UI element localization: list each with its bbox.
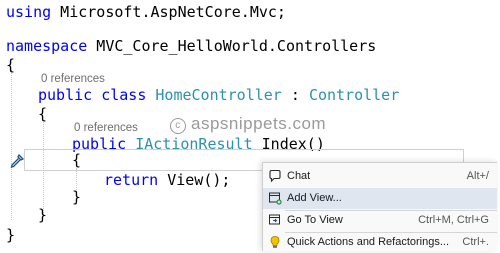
class-name: HomeController (155, 86, 282, 104)
code-line-brace[interactable]: { (38, 104, 47, 124)
code-line-brace[interactable]: } (6, 225, 15, 245)
watermark: c aspsnippets.com (170, 114, 326, 134)
code-line-using[interactable]: using Microsoft.AspNetCore.Mvc; (6, 2, 286, 22)
go-to-view-icon (268, 213, 282, 227)
menu-item-label: Quick Actions and Refactorings... (287, 236, 450, 248)
menu-item-add-view[interactable]: Add View... (263, 188, 497, 209)
menu-item-shortcut: Ctrl+. (462, 236, 489, 248)
keyword-namespace: namespace (6, 37, 88, 55)
keyword-public: public (38, 86, 93, 104)
open-brace: { (72, 151, 82, 169)
code-line-class[interactable]: public class HomeController : Controller (38, 85, 399, 105)
class-code-lens[interactable]: 0 references (41, 73, 105, 85)
close-brace: } (6, 226, 16, 244)
watermark-text: aspsnippets.com (191, 114, 327, 133)
indent-guide (11, 70, 12, 220)
chat-icon (268, 169, 282, 183)
menu-item-shortcut: Alt+/ (466, 170, 489, 182)
menu-item-label: Add View... (287, 192, 342, 204)
code-line-namespace[interactable]: namespace MVC_Core_HelloWorld.Controller… (6, 36, 376, 56)
copyright-symbol: c (170, 118, 186, 134)
code-line-return[interactable]: return View(); (104, 170, 230, 190)
menu-item-chat[interactable]: Chat Alt+/ (263, 166, 497, 187)
code-line-brace[interactable]: { (72, 150, 81, 170)
colon: : (281, 86, 309, 104)
close-brace: } (38, 206, 48, 224)
keyword-class: class (101, 86, 147, 104)
keyword-return: return (104, 171, 159, 189)
namespace-import: Microsoft.AspNetCore.Mvc; (51, 3, 286, 21)
lightbulb-icon (268, 235, 282, 249)
open-brace: { (38, 105, 48, 123)
screwdriver-icon (10, 153, 25, 168)
add-view-icon (268, 191, 282, 205)
method-code-lens[interactable]: 0 references (74, 122, 138, 134)
namespace-name: MVC_Core_HelloWorld.Controllers (87, 37, 377, 55)
return-expression: View(); (158, 171, 231, 189)
menu-item-shortcut: Ctrl+M, Ctrl+G (418, 214, 489, 226)
code-line-brace[interactable]: } (72, 187, 81, 207)
menu-item-label: Go To View (287, 214, 343, 226)
keyword-using: using (6, 3, 52, 21)
menu-item-label: Chat (287, 170, 311, 182)
menu-item-go-to-view[interactable]: Go To View Ctrl+M, Ctrl+G (263, 210, 497, 231)
code-line-brace[interactable]: { (6, 55, 15, 75)
open-brace: { (6, 56, 16, 74)
context-menu: Chat Alt+/ Add View... Go To View Ctrl+M… (262, 162, 497, 251)
close-brace: } (72, 188, 82, 206)
base-class: Controller (308, 86, 400, 104)
code-line-brace[interactable]: } (38, 205, 47, 225)
quick-actions-gutter-icon[interactable] (6, 151, 28, 171)
